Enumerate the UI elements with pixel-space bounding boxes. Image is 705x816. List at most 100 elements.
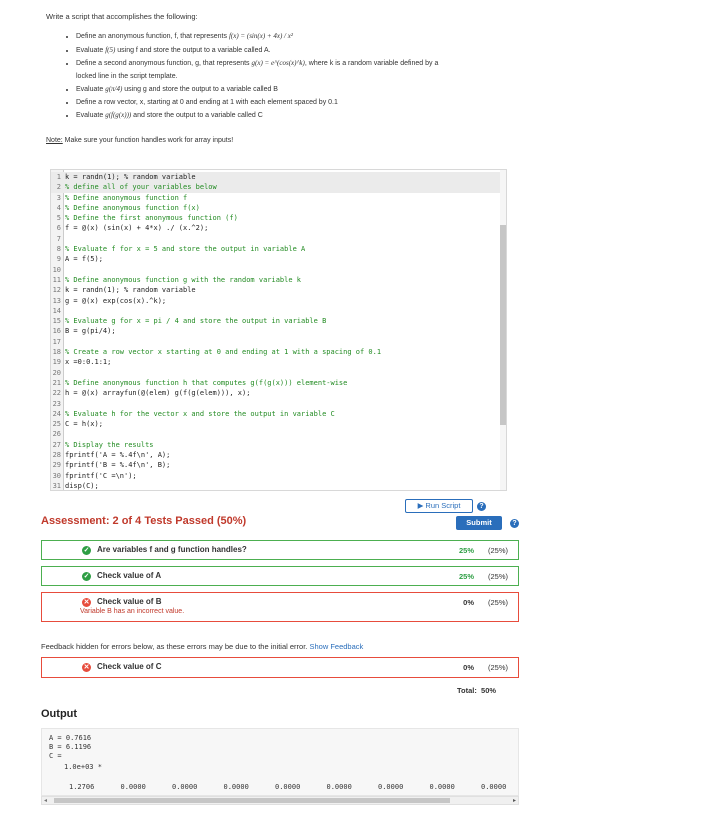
code-line[interactable]: 28 fprintf('A = %.4f\n', A); — [51, 450, 506, 460]
code-line[interactable]: 7 — [51, 234, 506, 244]
test-score: 0% — [463, 598, 474, 607]
output-scroll-thumb[interactable] — [54, 798, 450, 803]
test-weight: (25%) — [487, 663, 508, 672]
code-lines[interactable]: 1k = randn(1); % random variable 2% defin… — [51, 172, 506, 491]
code-line[interactable]: 20 — [51, 368, 506, 378]
code-text[interactable] — [63, 266, 65, 274]
line-number: 20 — [52, 368, 61, 377]
output-horizontal-scrollbar[interactable]: ◂ ▸ — [41, 796, 519, 805]
code-line[interactable]: 9A = f(5); — [51, 254, 506, 264]
run-script-button[interactable]: ▶ Run Script — [405, 499, 473, 513]
task-item: Evaluate g(π/4) using g and store the ou… — [76, 83, 456, 97]
code-text[interactable]: k = randn(1); % random variable — [63, 173, 196, 181]
line-number: 2 — [56, 183, 61, 192]
code-text[interactable]: % Evaluate h for the vector x and store … — [63, 410, 335, 418]
assessment-title: Assessment: 2 of 4 Tests Passed (50%) — [41, 515, 247, 527]
code-line[interactable]: 23 — [51, 399, 506, 409]
test-result[interactable]: ✓ Are variables f and g function handles?… — [41, 540, 519, 560]
code-text[interactable]: % Define anonymous function g with the r… — [63, 276, 301, 284]
code-line[interactable]: 30 fprintf('C =\n'); — [51, 471, 506, 481]
test-result[interactable]: ✓ Check value of A 25% (25%) — [41, 566, 519, 586]
submit-help-icon[interactable]: ? — [510, 519, 519, 528]
feedback-note: Feedback hidden for errors below, as the… — [41, 642, 363, 651]
editor-scroll-thumb[interactable] — [500, 225, 506, 425]
code-line[interactable]: 15% Evaluate g for x = pi / 4 and store … — [51, 316, 506, 326]
code-text[interactable]: % Evaluate f for x = 5 and store the out… — [63, 245, 305, 253]
task-formula: g(x) = e^(cos(x)^k) — [251, 59, 305, 67]
code-line[interactable]: 27% Display the results — [51, 440, 506, 450]
code-editor[interactable]: 1k = randn(1); % random variable 2% defin… — [50, 169, 507, 491]
test-check-c[interactable]: ✕ Check value of C 0% (25%) — [41, 657, 519, 678]
output-title: Output — [41, 708, 78, 720]
code-text[interactable]: % define all of your variables below — [63, 183, 217, 191]
output-panel[interactable]: A = 0.7616 B = 6.1196 C = 1.0e+03 * 1.2706 0.… — [41, 728, 519, 796]
code-text[interactable]: fprintf('B = %.4f\n', B); — [63, 461, 170, 469]
code-line[interactable]: 1k = randn(1); % random variable — [51, 172, 506, 183]
task-text: using g and store the output to a variab… — [122, 86, 278, 93]
scroll-right-arrow-icon[interactable]: ▸ — [513, 797, 516, 805]
code-text[interactable]: disp(C); — [63, 482, 99, 490]
submit-button[interactable]: Submit — [456, 516, 502, 530]
code-line[interactable]: 13 g = @(x) exp(cos(x).^k); — [51, 296, 506, 306]
code-text[interactable]: g = @(x) exp(cos(x).^k); — [63, 297, 166, 305]
code-line[interactable]: 12 k = randn(1); % random variable — [51, 285, 506, 295]
code-text[interactable]: fprintf('A = %.4f\n', A); — [63, 451, 170, 459]
code-line[interactable]: 21% Define anonymous function h that com… — [51, 378, 506, 388]
code-text[interactable]: B = g(pi/4); — [63, 327, 116, 335]
code-text[interactable] — [63, 400, 65, 408]
code-text[interactable]: h = @(x) arrayfun(@(elem) g(f(g(elem))),… — [63, 389, 250, 397]
code-line[interactable]: 14 — [51, 306, 506, 316]
code-line[interactable]: 19 x =0:0.1:1; — [51, 357, 506, 367]
test-result[interactable]: ✕ Check value of B 0% (25%) Variable B has a… — [41, 592, 519, 622]
code-line[interactable]: 24% Evaluate h for the vector x and stor… — [51, 409, 506, 419]
run-help-icon[interactable]: ? — [477, 502, 486, 511]
code-line[interactable]: 10 — [51, 265, 506, 275]
code-line[interactable]: 31 disp(C); — [51, 481, 506, 491]
code-line[interactable]: 6f = @(x) (sin(x) + 4*x) ./ (x.^2); — [51, 223, 506, 233]
code-line[interactable]: 4% Define anonymous function f(x) — [51, 203, 506, 213]
total-value: 50% — [481, 686, 497, 695]
code-line[interactable]: 5% Define the first anonymous function (… — [51, 213, 506, 223]
code-text[interactable]: % Display the results — [63, 441, 154, 449]
line-number: 24 — [52, 409, 61, 418]
code-line[interactable]: 25 C = h(x); — [51, 419, 506, 429]
code-line[interactable]: 8% Evaluate f for x = 5 and store the ou… — [51, 244, 506, 254]
code-text[interactable]: k = randn(1); % random variable — [63, 286, 196, 294]
code-text[interactable] — [63, 369, 65, 377]
code-text[interactable]: % Create a row vector x starting at 0 an… — [63, 348, 381, 356]
code-text[interactable]: A = f(5); — [63, 255, 103, 263]
code-line[interactable]: 16 B = g(pi/4); — [51, 326, 506, 336]
code-text[interactable]: % Define anonymous function f(x) — [63, 204, 200, 212]
show-feedback-link[interactable]: Show Feedback — [309, 642, 363, 651]
test-score: 0% — [463, 663, 474, 672]
code-text[interactable]: % Evaluate g for x = pi / 4 and store th… — [63, 317, 326, 325]
code-text[interactable]: % Define anonymous function h that compu… — [63, 379, 347, 387]
line-number: 5 — [56, 214, 61, 223]
code-line[interactable]: 22 h = @(x) arrayfun(@(elem) g(f(g(elem))… — [51, 388, 506, 398]
scroll-left-arrow-icon[interactable]: ◂ — [44, 797, 47, 805]
code-text[interactable]: fprintf('C =\n'); — [63, 472, 137, 480]
line-number: 13 — [52, 296, 61, 305]
code-text[interactable] — [63, 338, 65, 346]
code-line[interactable]: 18% Create a row vector x starting at 0 … — [51, 347, 506, 357]
line-number: 22 — [52, 389, 61, 398]
code-text[interactable]: % Define the first anonymous function (f… — [63, 214, 238, 222]
output-value: 0.0000 — [326, 783, 352, 791]
total-label: Total: — [457, 686, 477, 695]
code-line[interactable]: 17 — [51, 337, 506, 347]
task-item: Define a second anonymous function, g, t… — [76, 57, 456, 83]
line-number: 19 — [52, 358, 61, 367]
code-line[interactable]: 3% Define anonymous function f — [51, 193, 506, 203]
code-text[interactable]: % Define anonymous function f — [63, 194, 187, 202]
code-text[interactable]: C = h(x); — [63, 420, 103, 428]
editor-scrollbar[interactable] — [500, 170, 506, 490]
code-text[interactable] — [63, 307, 65, 315]
code-text[interactable]: x =0:0.1:1; — [63, 358, 111, 366]
code-text[interactable] — [63, 430, 65, 438]
code-line[interactable]: 26 — [51, 429, 506, 439]
code-text[interactable]: f = @(x) (sin(x) + 4*x) ./ (x.^2); — [63, 224, 208, 232]
code-line[interactable]: 29 fprintf('B = %.4f\n', B); — [51, 460, 506, 470]
code-line[interactable]: 11% Define anonymous function g with the… — [51, 275, 506, 285]
code-line[interactable]: 2% define all of your variables below — [51, 182, 506, 193]
code-text[interactable] — [63, 235, 65, 243]
